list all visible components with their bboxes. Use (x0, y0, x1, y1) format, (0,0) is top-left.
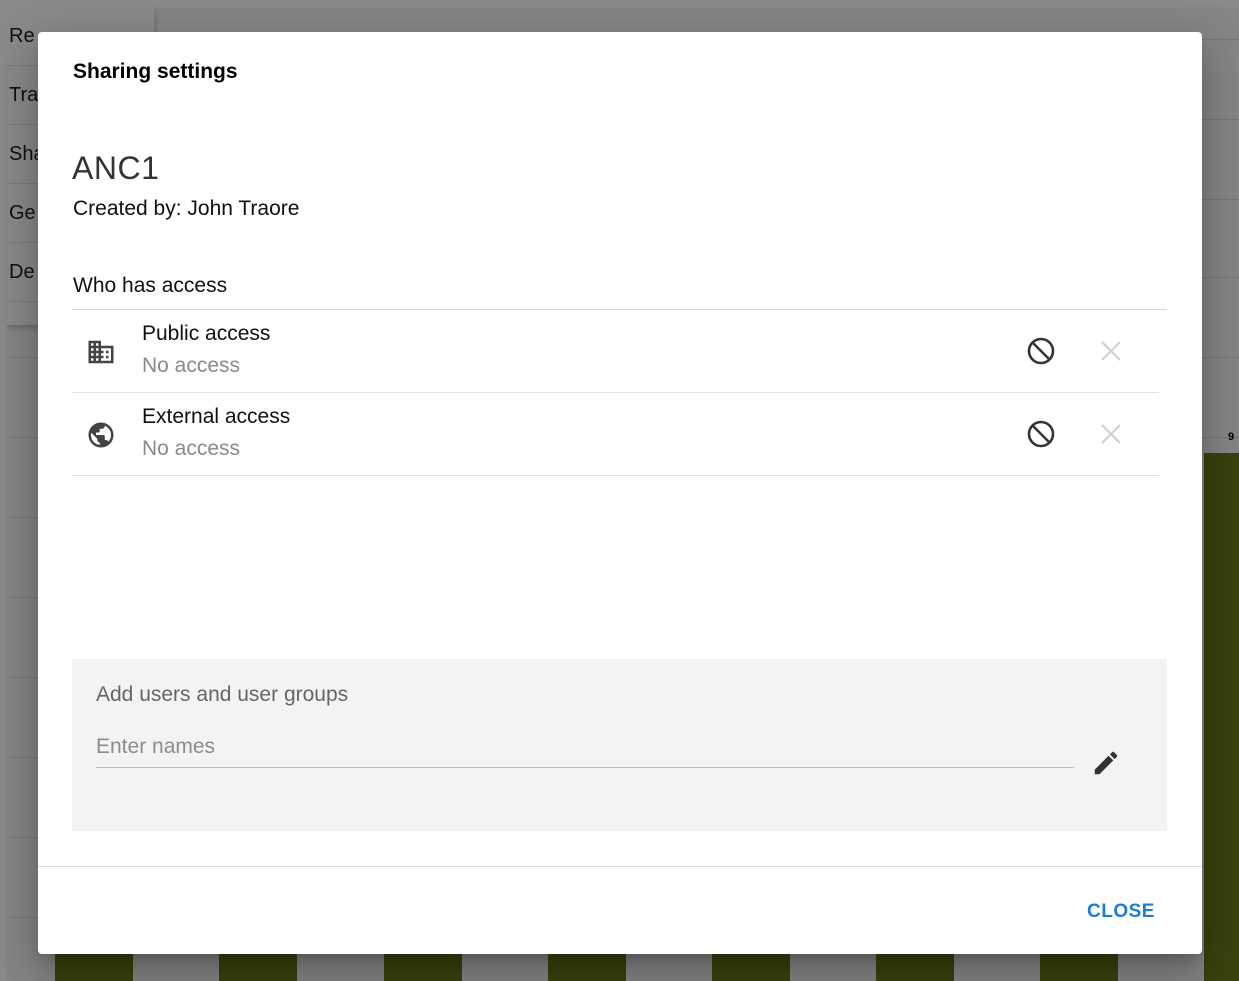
no-access-button[interactable] (1023, 416, 1059, 452)
object-name: ANC1 (72, 150, 160, 186)
remove-access-button[interactable] (1093, 416, 1129, 452)
edit-button[interactable] (1088, 745, 1124, 781)
sharing-settings-dialog: Sharing settings ANC1 Created by: John T… (38, 32, 1202, 954)
access-row-name: External access (142, 405, 291, 428)
footer-divider (38, 866, 1202, 867)
add-users-title: Add users and user groups (96, 683, 349, 706)
remove-access-button[interactable] (1093, 333, 1129, 369)
pencil-icon (1094, 751, 1118, 775)
access-row-level: No access (142, 354, 241, 377)
block-icon (1027, 337, 1055, 365)
enter-names-input[interactable] (96, 727, 1074, 768)
access-row-external: External access No access (72, 393, 1159, 476)
close-button[interactable]: CLOSE (1076, 890, 1166, 934)
created-by-text: Created by: John Traore (73, 197, 300, 220)
close-icon (1101, 341, 1121, 361)
close-icon (1101, 424, 1121, 444)
globe-icon (86, 420, 116, 450)
who-has-access-label: Who has access (73, 274, 228, 297)
access-row-name: Public access (142, 322, 271, 345)
building-icon (86, 337, 116, 367)
add-users-panel: Add users and user groups (72, 659, 1167, 831)
no-access-button[interactable] (1023, 333, 1059, 369)
dialog-title: Sharing settings (73, 60, 238, 83)
access-row-level: No access (142, 437, 241, 460)
access-row-public: Public access No access (72, 310, 1159, 393)
block-icon (1027, 420, 1055, 448)
